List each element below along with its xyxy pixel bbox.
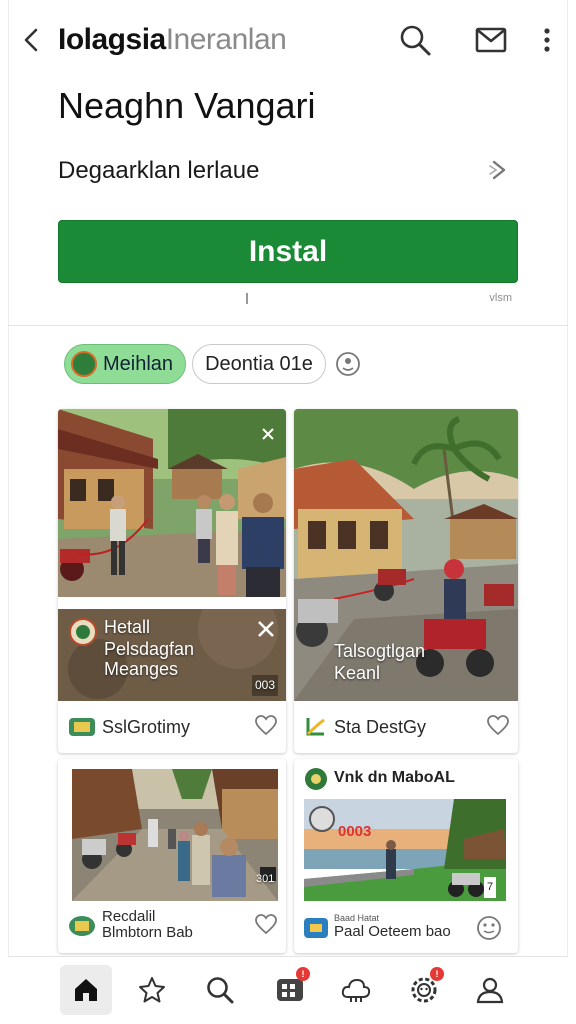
title-light-part: Ineranlan: [165, 23, 287, 56]
filter-chip-active[interactable]: Meihlan: [64, 344, 186, 384]
search-icon: [400, 25, 431, 56]
caption-line: Talsogtlgan: [334, 641, 426, 661]
card-footer-label: Paal Oeteem bao: [334, 923, 451, 940]
nav-favorites[interactable]: [126, 965, 178, 1015]
caption-line: Hetall: [104, 617, 151, 637]
app-logo-icon: [304, 918, 328, 938]
profile-icon: [476, 977, 504, 1004]
top-app-bar: IolagsiaIneranlan: [0, 0, 576, 80]
title-bold-part: Iolagsia: [58, 23, 166, 56]
card-footer-label: Sta DestGy: [334, 717, 427, 737]
chip-avatar-icon: [71, 351, 97, 377]
caption-line: Pelsdagfan: [104, 639, 195, 659]
notification-badge: !: [430, 967, 444, 981]
star-icon: [139, 977, 165, 1003]
search-icon: [207, 977, 234, 1004]
install-button[interactable]: Instal: [58, 220, 518, 283]
close-icon[interactable]: [256, 619, 276, 639]
card-photo: Talsogtlgan Keanl: [294, 409, 518, 701]
content-card[interactable]: 301 Recdalil Blmbtorn Bab: [58, 759, 286, 953]
caption-line: Keanl: [334, 663, 381, 683]
app-logo-icon: [69, 718, 95, 736]
mail-button[interactable]: [471, 20, 511, 60]
image-badge: 003: [252, 675, 279, 696]
content-card[interactable]: Hetall Pelsdagfan Meanges 003 SslGrotimy: [58, 409, 286, 753]
heart-icon[interactable]: [486, 714, 510, 736]
search-button[interactable]: [395, 20, 435, 60]
section-divider: [8, 325, 568, 326]
card-footer-label: SslGrotimy: [102, 717, 191, 737]
frame-edge-right: [567, 0, 568, 1024]
chevron-right-icon: [489, 160, 506, 180]
filter-chip-active-label: Meihlan: [103, 352, 174, 375]
more-vert-icon: [544, 28, 550, 52]
developer-label: Degaarklan lerlaue: [58, 157, 260, 184]
small-note: vlsm: [489, 292, 512, 304]
cloud-icon: [341, 978, 371, 1002]
heart-icon[interactable]: [254, 913, 278, 935]
progress-tick: [246, 293, 248, 304]
card-footer-line: Blmbtorn Bab: [102, 924, 193, 941]
app-logo-icon: [69, 916, 95, 936]
filter-chip[interactable]: Deontia 01e: [192, 344, 326, 384]
frame-edge-left: [8, 0, 9, 1024]
content-card[interactable]: Talsogtlgan Keanl Sta DestGy: [294, 409, 518, 753]
notification-badge: !: [296, 967, 310, 981]
nav-profile[interactable]: [464, 965, 516, 1015]
nav-cloud[interactable]: [330, 965, 382, 1015]
caption-line: Meanges: [104, 659, 179, 679]
nav-settings[interactable]: !: [398, 965, 450, 1015]
more-options-button[interactable]: [527, 20, 567, 60]
caption-panel: Hetall Pelsdagfan Meanges 003: [58, 609, 286, 701]
nav-home[interactable]: [60, 965, 112, 1015]
image-badge: 7: [484, 877, 497, 898]
back-button[interactable]: [14, 22, 48, 58]
leaf-logo-icon: [306, 718, 325, 736]
smiley-icon[interactable]: [476, 915, 502, 941]
card-title: Vnk dn MaboAL: [334, 769, 455, 786]
mail-icon: [475, 27, 507, 53]
nav-search[interactable]: [194, 965, 246, 1015]
badge-emblem-icon: [69, 618, 97, 646]
filter-chip-label: Deontia 01e: [205, 352, 313, 375]
card-photo: 0003 7: [304, 799, 506, 901]
app-name: Neaghn Vangari: [58, 85, 316, 126]
home-icon: [75, 979, 97, 1001]
image-text: 0003: [338, 823, 372, 840]
bottom-navigation: ! !: [8, 956, 568, 1024]
nav-apps[interactable]: !: [264, 965, 316, 1015]
image-badge: 301: [256, 873, 275, 885]
heart-icon[interactable]: [254, 714, 278, 736]
content-card[interactable]: Vnk dn MaboAL 0003 7 Baad Hatat Paal Oet…: [294, 759, 518, 953]
card-photo: 301: [72, 769, 278, 901]
card-photo: [58, 409, 286, 597]
developer-row[interactable]: Degaarklan lerlaue: [58, 150, 528, 190]
card-footer-small: Baad Hatat: [334, 913, 380, 923]
emoji-icon[interactable]: [334, 350, 362, 378]
app-bar-title: IolagsiaIneranlan: [58, 22, 287, 58]
chevron-left-icon: [24, 28, 38, 52]
card-footer-line: Recdalil: [102, 908, 156, 925]
publisher-logo-icon: [305, 768, 327, 790]
